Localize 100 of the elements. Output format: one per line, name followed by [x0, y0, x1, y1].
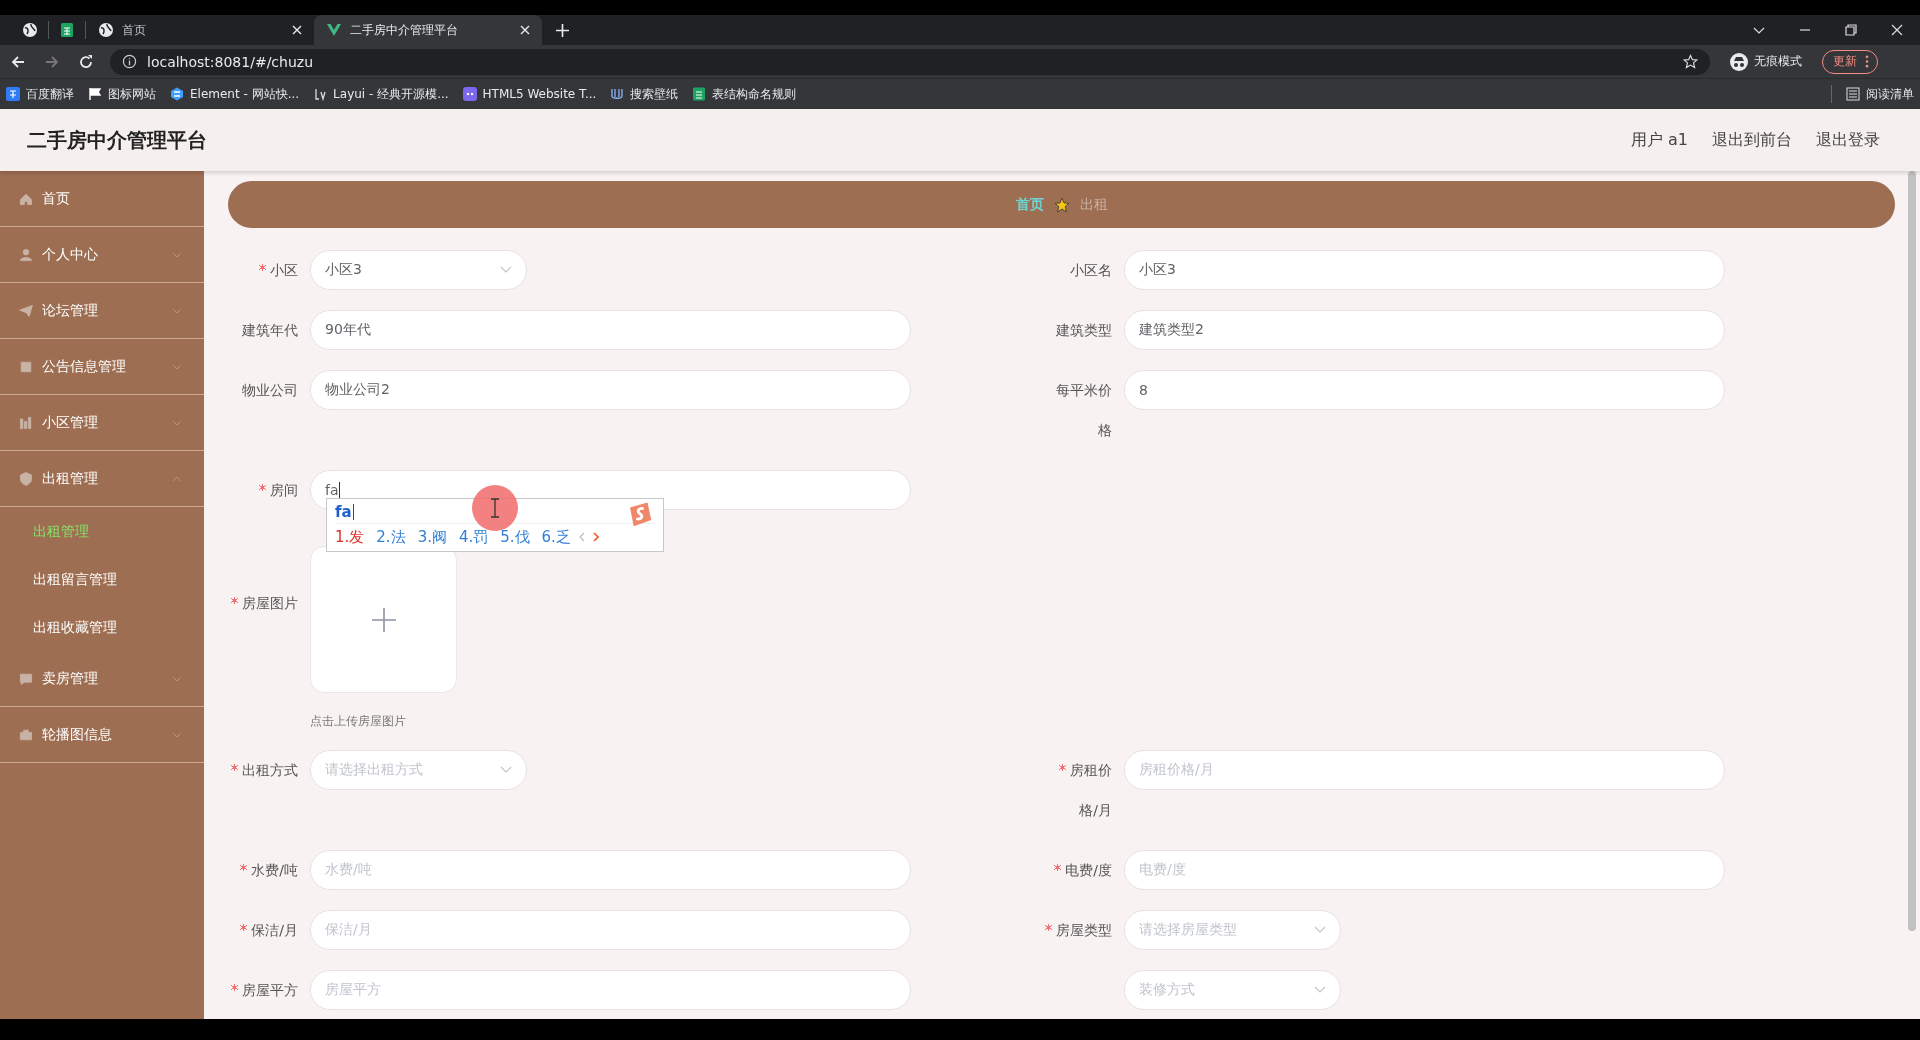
globe-icon[interactable]: [22, 22, 38, 38]
chevron-down-icon: [500, 766, 512, 774]
user-label: 用户 a1: [1630, 129, 1688, 151]
sidebar-item[interactable]: 轮播图信息: [0, 707, 204, 763]
plus-icon: [371, 607, 396, 632]
field-label: 房屋类型: [1045, 910, 1112, 950]
close-icon[interactable]: [520, 25, 530, 35]
field-label: 出租方式: [231, 750, 298, 790]
info-icon: [122, 54, 137, 69]
field-label: 建筑年代: [242, 321, 298, 340]
ime-candidate[interactable]: 1.发: [335, 527, 365, 547]
breadcrumb-link[interactable]: 出租: [1079, 195, 1108, 214]
ime-candidate[interactable]: 4.罚: [458, 527, 489, 547]
sidebar-item[interactable]: 首页: [0, 171, 204, 227]
bookmark[interactable]: 百度翻译: [6, 85, 74, 103]
bookmark[interactable]: 表结构命名规则: [692, 85, 797, 103]
bookmark[interactable]: Layui - 经典开源模...: [313, 85, 449, 103]
flag-icon: [88, 87, 102, 101]
close-icon[interactable]: [292, 25, 302, 35]
bookmark[interactable]: HTML5 Website T...: [462, 87, 597, 101]
app-title: 二手房中介管理平台: [27, 126, 207, 154]
sidebar-subitem[interactable]: 出租管理: [0, 507, 204, 555]
v-logo-icon: [326, 22, 342, 38]
list-icon: [1846, 87, 1860, 101]
caret-icon: [172, 307, 182, 314]
forward-icon[interactable]: [44, 53, 60, 70]
caret-icon: [172, 475, 182, 482]
field-label: 房间: [259, 470, 298, 510]
field-label: 房租价格/月: [1044, 750, 1112, 830]
address-bar[interactable]: localhost:8081/#/chuzu: [110, 48, 1710, 75]
bookmark[interactable]: 图标网站: [88, 85, 156, 103]
reload-icon[interactable]: [78, 53, 94, 70]
chevron-down-icon: [500, 266, 512, 274]
caret-icon: [172, 419, 182, 426]
hexagon-icon: [170, 87, 184, 101]
ime-candidate[interactable]: 5.伐: [500, 527, 530, 547]
incognito-button[interactable]: 无痕模式: [1724, 52, 1808, 71]
input-field[interactable]: 8: [1124, 370, 1725, 410]
shield-icon: [18, 470, 34, 487]
caret-icon: [172, 675, 182, 682]
input-field[interactable]: 90年代: [310, 310, 911, 350]
chevron-right-icon[interactable]: [592, 532, 599, 542]
translate-icon: [6, 87, 20, 101]
spreadsheet-icon[interactable]: [59, 22, 75, 38]
close-icon[interactable]: [1891, 24, 1903, 36]
cursor-highlight-icon: [471, 484, 519, 532]
header-link[interactable]: 退出到前台: [1712, 129, 1792, 151]
field-label: 小区: [259, 250, 298, 290]
select-field[interactable]: 小区3: [310, 250, 527, 290]
field-label: 小区名: [1070, 261, 1112, 280]
sidebar-item[interactable]: 出租管理: [0, 451, 204, 507]
star-icon: [1053, 196, 1070, 213]
cat-icon: [462, 87, 477, 101]
field-label: 电费/度: [1054, 850, 1112, 890]
upload-hint: 点击上传房屋图片: [310, 713, 407, 730]
ime-candidate[interactable]: 6.乏: [541, 527, 571, 547]
input-field[interactable]: 建筑类型2: [1124, 310, 1725, 350]
field-label: 物业公司: [242, 381, 298, 400]
browser-tab[interactable]: 首页: [86, 15, 314, 45]
bookmark[interactable]: Element - 网站快...: [170, 85, 300, 103]
star-icon[interactable]: [1683, 54, 1698, 69]
kebab-menu-icon: [1865, 55, 1869, 68]
input-field[interactable]: 小区3: [1124, 250, 1725, 290]
spreadsheet-icon: [692, 87, 707, 101]
update-button[interactable]: 更新: [1822, 49, 1878, 74]
sidebar-item[interactable]: 卖房管理: [0, 651, 204, 707]
sidebar-item[interactable]: 个人中心: [0, 227, 204, 283]
caret-icon: [172, 251, 182, 258]
breadcrumb-link[interactable]: 首页: [1015, 195, 1044, 214]
field-label: 每平米价格: [1055, 381, 1112, 440]
sidebar-subitem[interactable]: 出租留言管理: [0, 555, 204, 603]
field-label: 建筑类型: [1056, 321, 1112, 340]
ime-candidate[interactable]: 2.法: [376, 527, 406, 547]
trident-icon: [610, 87, 625, 101]
back-icon[interactable]: [10, 53, 26, 70]
reading-list-button[interactable]: 阅读清单: [1846, 85, 1914, 103]
new-tab-icon[interactable]: [556, 23, 569, 37]
browser-tab[interactable]: 二手房中介管理平台: [314, 15, 542, 45]
sidebar-item[interactable]: 论坛管理: [0, 283, 204, 339]
chevron-down-icon: [1314, 986, 1326, 994]
input-field[interactable]: 物业公司2: [310, 370, 911, 410]
sidebar-item[interactable]: 小区管理: [0, 395, 204, 451]
sidebar-item[interactable]: 公告信息管理: [0, 339, 204, 395]
caret-icon: [172, 363, 182, 370]
field-label: 保洁/月: [240, 910, 298, 950]
chevron-down-icon: [1314, 926, 1326, 934]
layui-icon: [313, 87, 328, 101]
sidebar-subitem[interactable]: 出租收藏管理: [0, 603, 204, 651]
incognito-icon: [1730, 52, 1748, 71]
header-link[interactable]: 退出登录: [1816, 129, 1880, 151]
restore-icon[interactable]: [1845, 24, 1857, 36]
bar-chart-icon: [18, 414, 34, 431]
globe-icon: [98, 22, 114, 38]
field-label: 房屋平方: [231, 970, 298, 1010]
ime-candidate[interactable]: 3.阀: [417, 527, 447, 547]
field-label: 水费/吨: [240, 850, 298, 890]
user-icon: [18, 246, 34, 263]
scrollbar[interactable]: [1908, 171, 1916, 931]
paper-plane-icon: [18, 302, 34, 319]
bookmark[interactable]: 搜索壁纸: [610, 85, 679, 103]
